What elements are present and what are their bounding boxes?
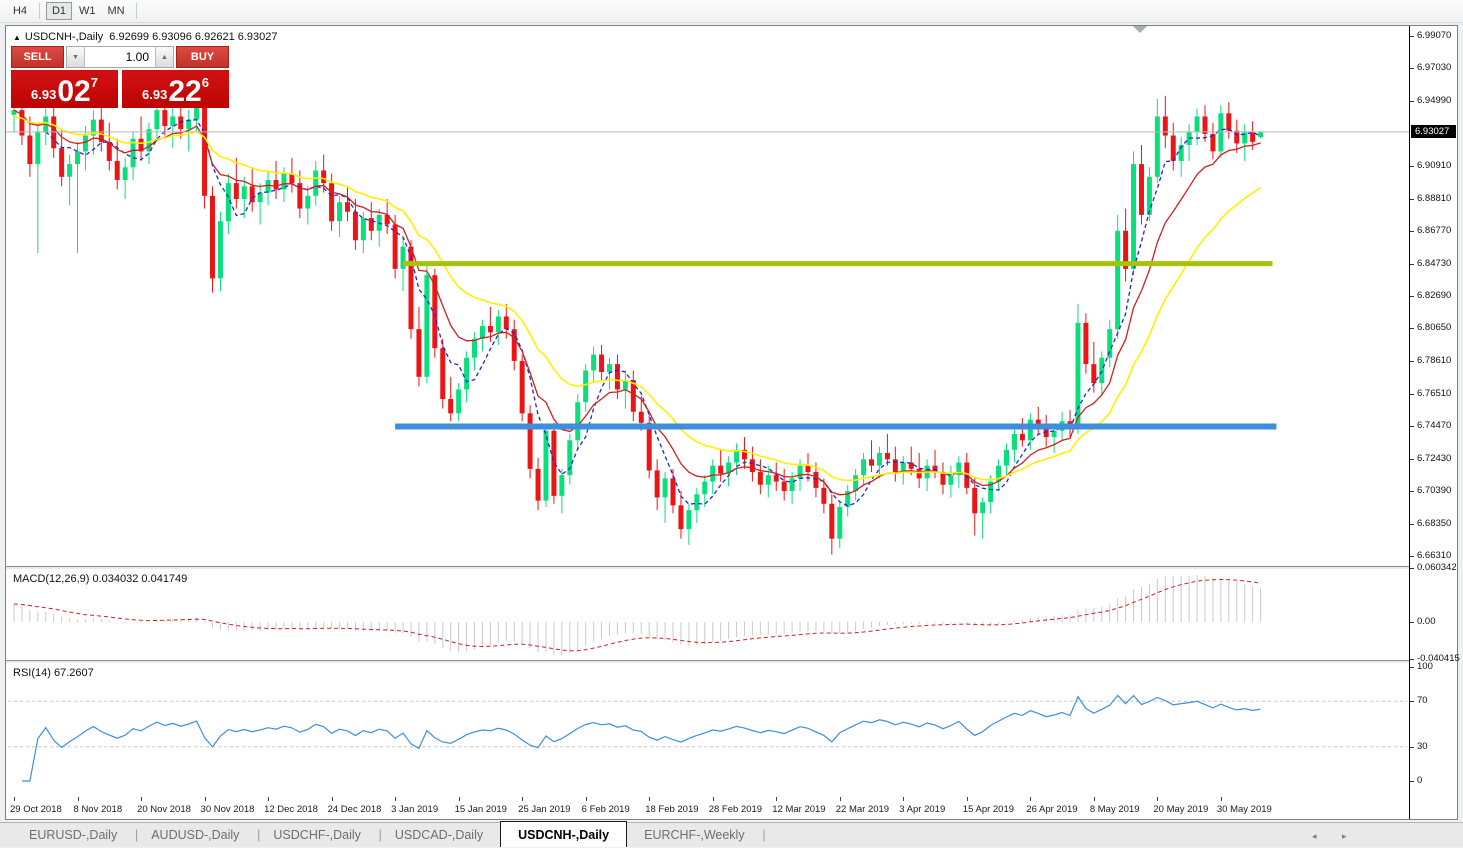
volume-increase-icon[interactable]: ▲ xyxy=(155,47,173,67)
tab-eurusd-daily[interactable]: EURUSD-,Daily xyxy=(12,823,138,848)
one-click-trading-panel: SELL ▼ ▲ BUY 6.93 02 7 6.93 22 6 xyxy=(11,46,231,108)
main-price-chart[interactable] xyxy=(6,28,1409,566)
buy-button[interactable]: BUY xyxy=(176,46,229,68)
timeframe-w1-button[interactable]: W1 xyxy=(74,2,101,20)
date-axis-label: 8 Nov 2018 xyxy=(73,797,123,815)
date-axis-label: 3 Jan 2019 xyxy=(391,797,439,815)
chart-symbol-header: ▲ USDCNH-,Daily 6.92699 6.93096 6.92621 6… xyxy=(13,31,278,43)
date-axis-label: 26 Apr 2019 xyxy=(1026,797,1078,815)
price-axis-label: 6.70390 xyxy=(1410,485,1451,496)
buy-price-box[interactable]: 6.93 22 6 xyxy=(122,70,229,108)
price-axis-label: 6.66310 xyxy=(1410,550,1451,561)
price-axis-label: 6.94990 xyxy=(1410,95,1451,106)
toolbar-separator xyxy=(39,3,40,19)
buy-price-sup: 6 xyxy=(201,75,209,90)
main-chart-canvas[interactable] xyxy=(6,28,1409,566)
price-axis-label: 6.88810 xyxy=(1410,193,1451,204)
date-axis-label: 22 Mar 2019 xyxy=(835,797,890,815)
price-axis-label: 6.86770 xyxy=(1410,225,1451,236)
price-axis-label: 6.76510 xyxy=(1410,388,1451,399)
date-axis-label: 28 Feb 2019 xyxy=(708,797,763,815)
buy-price-big: 22 xyxy=(168,75,202,108)
date-axis-label: 20 Nov 2018 xyxy=(137,797,191,815)
current-price-label: 6.93027 xyxy=(1411,125,1456,139)
price-axis-label: 6.80650 xyxy=(1410,322,1451,333)
date-axis-label: 30 May 2019 xyxy=(1216,797,1272,815)
tab-scroll-right-icon[interactable]: ▸ xyxy=(1342,831,1347,842)
date-axis[interactable]: 29 Oct 2018 8 Nov 2018 20 Nov 2018 30 Nov 2… xyxy=(6,797,1409,819)
chart-window: ▲ USDCNH-,Daily 6.92699 6.93096 6.92621 6… xyxy=(5,25,1460,820)
price-axis-label: 6.68350 xyxy=(1410,518,1451,529)
price-axis-label: 6.78610 xyxy=(1410,355,1451,366)
price-axis-label: 30 xyxy=(1410,741,1428,752)
macd-label: MACD(12,26,9) 0.034032 0.041749 xyxy=(13,573,188,585)
tab-usdcad-daily[interactable]: USDCAD-,Daily xyxy=(378,823,504,848)
volume-decrease-icon[interactable]: ▼ xyxy=(67,47,85,67)
tab-usdcnh-daily[interactable]: USDCNH-,Daily xyxy=(500,821,628,847)
sell-price-big: 02 xyxy=(57,75,91,108)
chart-ohlc-values: 6.92699 6.93096 6.92621 6.93027 xyxy=(109,31,278,43)
date-axis-label: 8 May 2019 xyxy=(1089,797,1140,815)
macd-indicator-pane[interactable] xyxy=(6,570,1409,660)
price-axis-label: 6.74470 xyxy=(1410,420,1451,431)
price-axis-label: 6.90910 xyxy=(1410,160,1451,171)
collapse-panel-icon[interactable]: ▲ xyxy=(13,33,21,42)
rsi-label: RSI(14) 67.2607 xyxy=(13,667,94,679)
timeframe-toolbar: H4 D1 W1 MN xyxy=(0,0,1463,23)
price-axis-label: 6.99070 xyxy=(1410,30,1451,41)
date-axis-label: 25 Jan 2019 xyxy=(518,797,571,815)
price-axis-label: 6.72430 xyxy=(1410,453,1451,464)
scroll-to-end-marker-icon[interactable] xyxy=(1133,26,1147,33)
date-axis-label: 15 Jan 2019 xyxy=(454,797,507,815)
chart-title: USDCNH-,Daily xyxy=(24,31,104,43)
tab-audusd-daily[interactable]: AUDUSD-,Daily xyxy=(134,823,260,848)
sell-price-prefix: 6.93 xyxy=(31,87,57,102)
date-axis-label: 3 Apr 2019 xyxy=(899,797,946,815)
volume-input[interactable] xyxy=(85,47,155,67)
timeframe-mn-button[interactable]: MN xyxy=(103,2,130,20)
price-axis-label: 0.00 xyxy=(1410,616,1436,627)
price-axis-label: 6.84730 xyxy=(1410,258,1451,269)
timeframe-h4-button[interactable]: H4 xyxy=(7,2,33,20)
date-axis-label: 30 Nov 2018 xyxy=(200,797,255,815)
price-axis-label: 100 xyxy=(1410,661,1433,672)
date-axis-label: 15 Apr 2019 xyxy=(962,797,1015,815)
rsi-indicator-pane[interactable] xyxy=(6,664,1409,797)
date-axis-label: 24 Dec 2018 xyxy=(327,797,382,815)
toolbar-separator xyxy=(135,3,137,19)
price-axis[interactable]: 6.99070 6.97030 6.94990 6.90910 6.88810 6.867… xyxy=(1409,26,1460,819)
price-axis-label: 6.82690 xyxy=(1410,290,1451,301)
date-axis-label: 12 Dec 2018 xyxy=(264,797,318,815)
tab-eurchf-weekly[interactable]: EURCHF-,Weekly xyxy=(627,823,766,848)
date-axis-label: 12 Mar 2019 xyxy=(772,797,826,815)
rsi-canvas[interactable] xyxy=(6,664,1409,797)
chart-tab-bar: EURUSD-,Daily AUDUSD-,Daily USDCHF-,Dail… xyxy=(0,821,1463,848)
date-axis-label: 6 Feb 2019 xyxy=(581,797,630,815)
price-axis-label: 0 xyxy=(1410,775,1422,786)
date-axis-label: 20 May 2019 xyxy=(1153,797,1209,815)
tab-usdchf-daily[interactable]: USDCHF-,Daily xyxy=(256,823,381,848)
tab-scroll-left-icon[interactable]: ◂ xyxy=(1312,831,1317,842)
price-axis-label: 0.060342 xyxy=(1410,562,1457,573)
price-axis-label: 70 xyxy=(1410,695,1428,706)
buy-price-prefix: 6.93 xyxy=(142,87,168,102)
date-axis-label: 18 Feb 2019 xyxy=(645,797,699,815)
volume-stepper: ▼ ▲ xyxy=(66,46,174,68)
timeframe-d1-button[interactable]: D1 xyxy=(46,2,72,20)
sell-price-sup: 7 xyxy=(90,75,98,90)
date-axis-label: 29 Oct 2018 xyxy=(10,797,62,815)
sell-price-box[interactable]: 6.93 02 7 xyxy=(11,70,118,108)
sell-button[interactable]: SELL xyxy=(11,46,64,68)
macd-canvas[interactable] xyxy=(6,570,1409,660)
price-axis-label: 6.97030 xyxy=(1410,62,1451,73)
